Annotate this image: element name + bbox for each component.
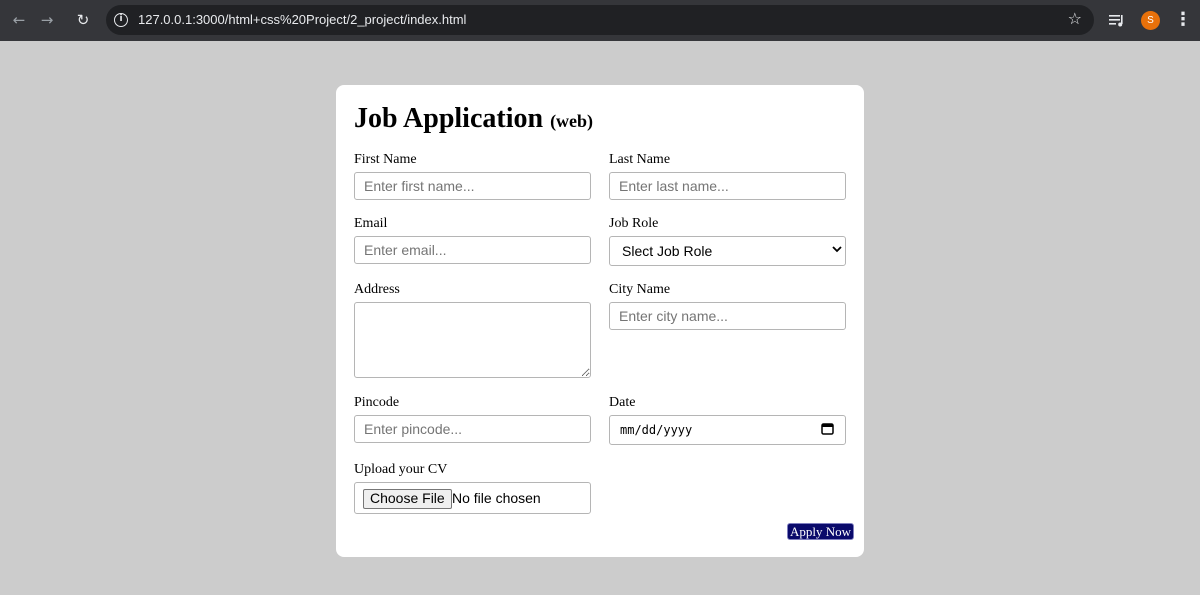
job-role-select[interactable]: Slect Job Role: [609, 236, 846, 266]
email-input[interactable]: [354, 236, 591, 264]
cv-label: Upload your CV: [354, 462, 448, 477]
url-text[interactable]: 127.0.0.1:3000/html+css%20Project/2_proj…: [138, 12, 466, 27]
page-title: Job Application (web): [354, 103, 593, 135]
back-arrow-icon[interactable]: ←: [9, 10, 29, 30]
date-label: Date: [609, 395, 636, 410]
first-name-input[interactable]: [354, 172, 591, 200]
title-text: Job Application: [354, 103, 544, 134]
pincode-label: Pincode: [354, 395, 400, 410]
city-name-input[interactable]: [609, 302, 846, 330]
cv-file-input[interactable]: Choose File No file chosen: [354, 482, 591, 514]
reload-icon[interactable]: ↻: [73, 10, 93, 30]
address-bar[interactable]: i 127.0.0.1:3000/html+css%20Project/2_pr…: [106, 5, 1094, 35]
email-label: Email: [354, 216, 388, 231]
info-icon[interactable]: i: [114, 13, 128, 27]
address-label: Address: [354, 282, 400, 297]
date-input[interactable]: mm/dd/yyyy: [609, 415, 846, 445]
forward-arrow-icon[interactable]: →: [37, 10, 57, 30]
choose-file-button[interactable]: Choose File: [363, 489, 452, 509]
job-application-card: Job Application (web) First Name Last Na…: [336, 85, 864, 557]
first-name-label: First Name: [354, 152, 417, 167]
bookmark-star-icon[interactable]: ☆: [1068, 9, 1082, 28]
browser-toolbar: ← → ↻ i 127.0.0.1:3000/html+css%20Projec…: [0, 0, 1200, 41]
last-name-label: Last Name: [609, 152, 671, 167]
file-status-text: No file chosen: [452, 490, 541, 506]
address-textarea[interactable]: [354, 302, 591, 378]
menu-kebab-icon[interactable]: ⋮: [1174, 9, 1192, 31]
apply-now-button[interactable]: Apply Now: [787, 523, 855, 540]
media-playlist-icon[interactable]: [1108, 10, 1126, 30]
title-subtitle: (web): [550, 111, 594, 131]
profile-avatar[interactable]: S: [1141, 11, 1160, 30]
job-role-label: Job Role: [609, 216, 659, 231]
pincode-input[interactable]: [354, 415, 591, 443]
city-name-label: City Name: [609, 282, 671, 297]
last-name-input[interactable]: [609, 172, 846, 200]
